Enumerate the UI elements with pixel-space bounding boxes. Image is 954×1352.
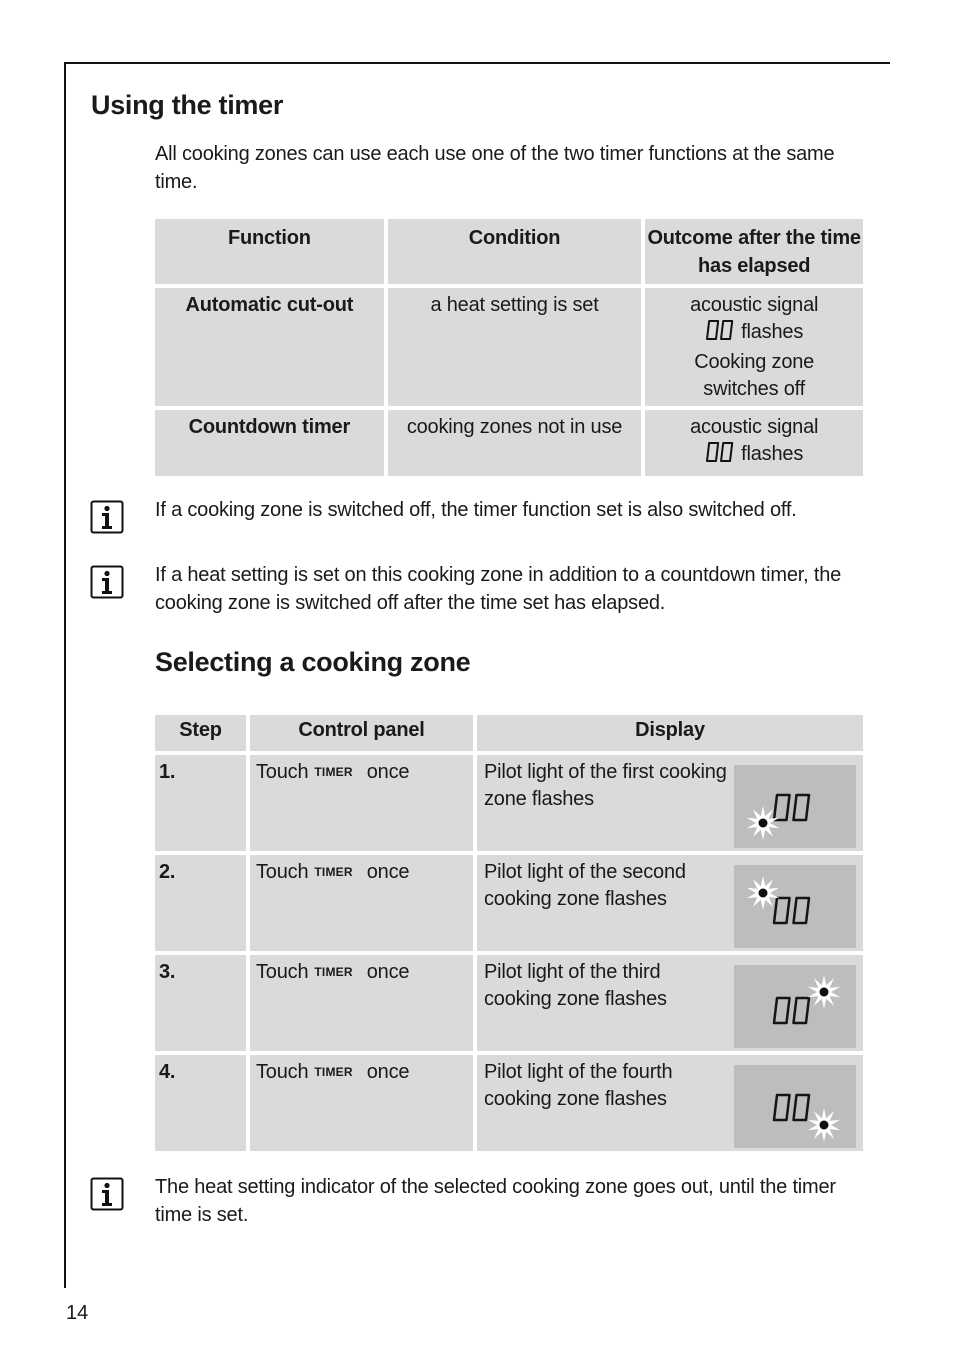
action-prefix: Touch	[256, 761, 309, 783]
pilot-light-flash-icon	[807, 1108, 841, 1142]
info-icon	[90, 1177, 124, 1211]
select-zone-steps-table: Step Control panel Display 1. Touch TIMER…	[151, 711, 867, 1155]
control-panel-cell: Touch TIMER once	[250, 955, 473, 1051]
action-prefix: Touch	[256, 861, 309, 883]
header-display: Display	[477, 715, 863, 751]
action-prefix: Touch	[256, 961, 309, 983]
segment-digit-zero	[792, 793, 811, 822]
display-panel	[734, 1065, 856, 1148]
condition-cell: a heat setting is set	[387, 288, 642, 406]
control-panel-cell: Touch TIMER once	[250, 1055, 473, 1151]
outcome-line: acoustic signal	[690, 416, 819, 438]
step-number: 3.	[155, 955, 246, 1051]
segment-digit-zero	[720, 320, 734, 340]
table-row: 2. Touch TIMER once Pilot light of the sec…	[155, 855, 863, 951]
segment-digit-zero	[772, 1093, 791, 1122]
display-readout-icon	[746, 876, 811, 925]
action-suffix: once	[366, 761, 410, 783]
condition-cell: cooking zones not in use	[387, 410, 642, 476]
outcome-line: acoustic signal	[690, 294, 819, 316]
display-panel	[734, 965, 856, 1048]
segment-digit-zero	[792, 896, 811, 925]
table-row: 3. Touch TIMER once Pilot light of the thi…	[155, 955, 863, 1051]
function-cell: Automatic cut-out	[155, 288, 384, 406]
outcome-cell: acoustic signal flashes Cooking zone swi…	[645, 288, 863, 406]
outcome-text: flashes	[741, 321, 804, 343]
control-panel-cell: Touch TIMER once	[250, 855, 473, 951]
step-number: 1.	[155, 755, 246, 851]
outcome-line: flashes	[645, 319, 863, 349]
header-condition: Condition	[387, 219, 642, 284]
header-control-panel: Control panel	[250, 715, 473, 751]
note-text: If a cooking zone is switched off, the t…	[155, 499, 797, 521]
step-number: 4.	[155, 1055, 246, 1151]
display-panel	[734, 765, 856, 848]
display-readout-icon	[772, 1093, 841, 1142]
action-suffix: once	[366, 961, 410, 983]
note-text: If a heat setting is set on this cooking…	[155, 564, 842, 614]
display-panel	[734, 865, 856, 948]
header-outcome: Outcome after the time has elapsed	[645, 219, 863, 284]
section-title-timer: Using the timer	[91, 90, 284, 120]
segment-digit-zero	[706, 442, 720, 462]
function-cell: Countdown timer	[155, 410, 384, 476]
display-description: Pilot light of the third cooking zone fl…	[484, 961, 667, 1010]
segment-digit-zero	[720, 442, 734, 462]
table-row: 4. Touch TIMER once Pilot light of the fou…	[155, 1055, 863, 1151]
timer-key-label: TIMER	[314, 1065, 353, 1079]
timer-functions-table: Function Condition Outcome after the tim…	[151, 215, 867, 480]
segment-digit-zero	[772, 896, 791, 925]
display-description: Pilot light of the fourth cooking zone f…	[484, 1061, 673, 1110]
timer-key-label: TIMER	[314, 865, 353, 879]
control-panel-cell: Touch TIMER once	[250, 755, 473, 851]
segment-digit-zero	[772, 793, 791, 822]
outcome-line: Cooking zone	[694, 351, 815, 373]
display-description: Pilot light of the first cooking zone fl…	[484, 761, 727, 810]
outcome-line: flashes	[645, 441, 863, 471]
page-number: 14	[66, 1302, 89, 1324]
page-frame-top	[65, 62, 890, 64]
action-suffix: once	[366, 1061, 410, 1083]
pilot-light-flash-icon	[807, 975, 841, 1009]
pilot-light-flash-icon	[746, 876, 780, 910]
display-readout-icon	[772, 975, 841, 1025]
timer-key-label: TIMER	[314, 765, 353, 779]
action-prefix: Touch	[256, 1061, 309, 1083]
display-cell: Pilot light of the fourth cooking zone f…	[477, 1055, 863, 1151]
display-cell: Pilot light of the second cooking zone f…	[477, 855, 863, 951]
segment-digit-zero	[792, 996, 811, 1025]
section-title-select-zone: Selecting a cooking zone	[155, 647, 471, 677]
table-row: Automatic cut-out a heat setting is set …	[155, 288, 863, 406]
header-function: Function	[155, 219, 384, 284]
table-header-row: Function Condition Outcome after the tim…	[155, 219, 863, 284]
display-description: Pilot light of the second cooking zone f…	[484, 861, 686, 910]
table-header-row: Step Control panel Display	[155, 715, 863, 751]
display-cell: Pilot light of the first cooking zone fl…	[477, 755, 863, 851]
note-text: The heat setting indicator of the select…	[155, 1176, 836, 1226]
info-icon	[90, 500, 124, 534]
segment-digit-zero	[792, 1093, 811, 1122]
display-cell: Pilot light of the third cooking zone fl…	[477, 955, 863, 1051]
outcome-cell: acoustic signal flashes	[645, 410, 863, 476]
table-row: Countdown timer cooking zones not in use…	[155, 410, 863, 476]
segment-display-00-icon	[705, 319, 735, 349]
timer-intro: All cooking zones can use each use one o…	[155, 143, 835, 193]
step-number: 2.	[155, 855, 246, 951]
display-readout-icon	[746, 793, 811, 840]
outcome-text: flashes	[741, 443, 804, 465]
header-step: Step	[155, 715, 246, 751]
action-suffix: once	[366, 861, 410, 883]
info-icon	[90, 565, 124, 599]
segment-display-00-icon	[705, 441, 735, 471]
segment-digit-zero	[772, 996, 791, 1025]
segment-digit-zero	[706, 320, 720, 340]
outcome-line: switches off	[703, 378, 806, 400]
timer-key-label: TIMER	[314, 965, 353, 979]
table-row: 1. Touch TIMER once Pilot light of the fir…	[155, 755, 863, 851]
page-frame-left	[64, 62, 66, 1288]
